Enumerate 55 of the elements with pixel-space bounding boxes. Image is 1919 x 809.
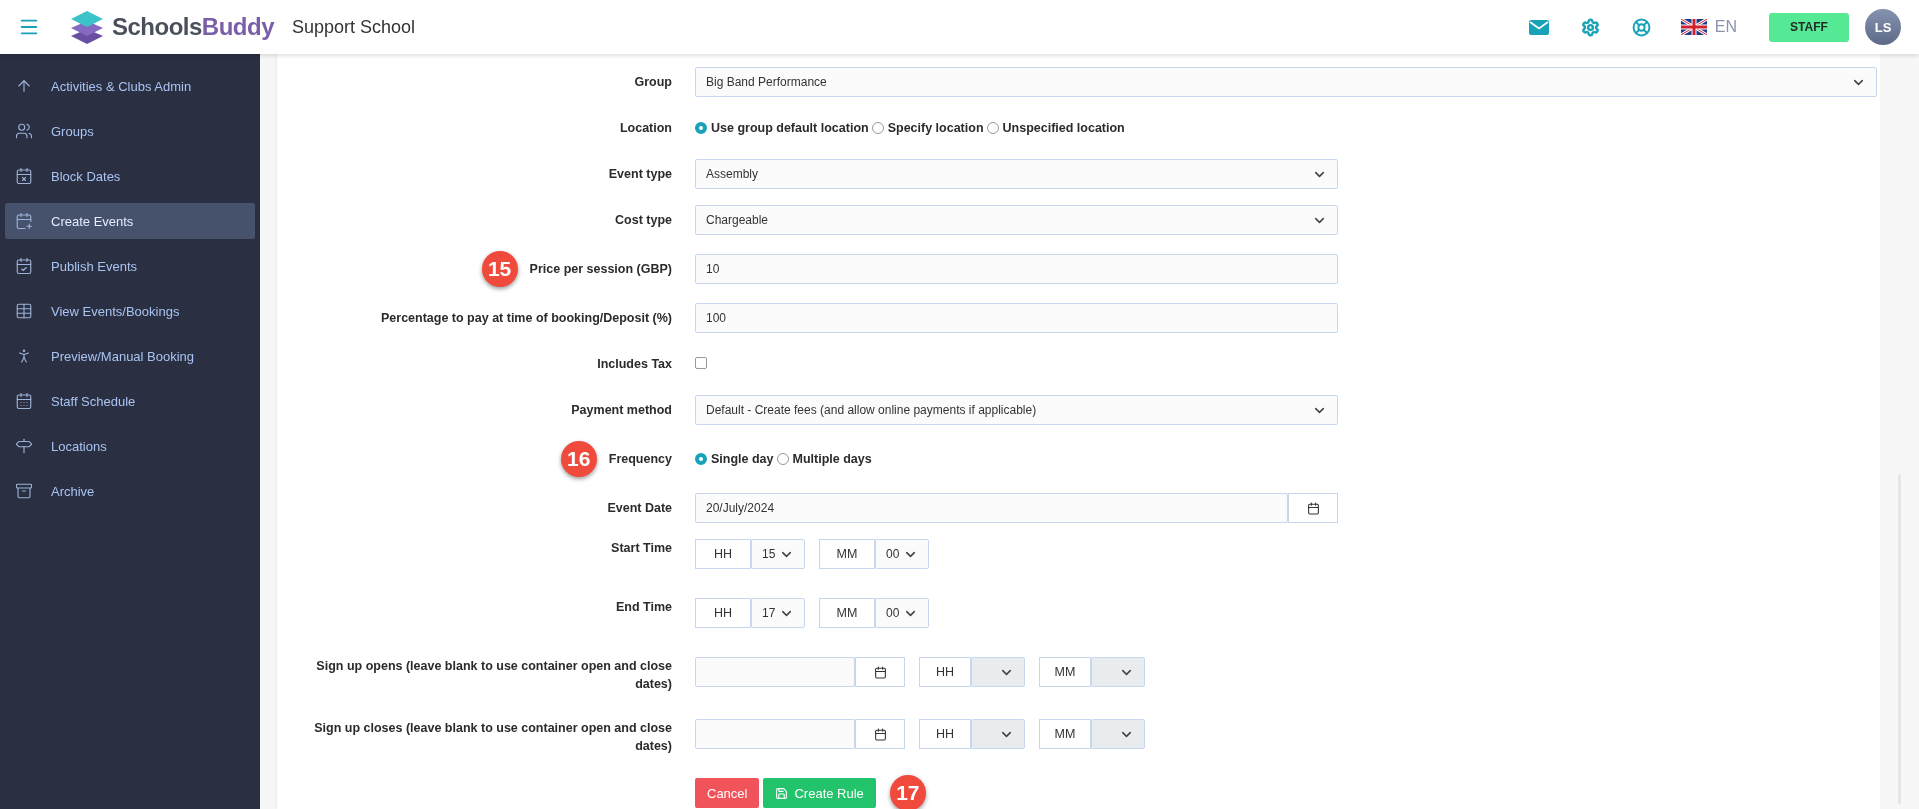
avatar[interactable]: LS [1865,9,1901,45]
hour-label: HH [695,539,751,569]
logo-text: SchoolsBuddy [112,13,275,41]
field-label: Cost type [615,212,672,229]
dropdown[interactable]: Big Band Performance [695,67,1877,97]
minute-label: MM [1039,657,1091,687]
radio-option[interactable]: Specify location [871,121,984,135]
text-field[interactable]: 100 [695,303,1338,333]
radio-option[interactable]: Use group default location [695,121,869,135]
radio-option[interactable]: Unspecified location [986,121,1125,135]
sidebar-item[interactable]: View Events/Bookings [5,293,255,329]
sidebar-item[interactable]: Preview/Manual Booking [5,338,255,374]
minute-label: MM [819,598,875,628]
sidebar-item[interactable]: Activities & Clubs Admin [5,68,255,104]
hour-label: HH [919,719,971,749]
field-label: End Time [615,599,672,616]
hour-dropdown[interactable]: 15 [751,539,805,569]
field-label: Sign up opens (leave blank to use container open and close dates) [315,658,672,693]
sidebar-item[interactable]: Create Events [5,203,255,239]
school-name: Support School [292,16,416,38]
sidebar-item[interactable]: Block Dates [5,158,255,194]
dropdown[interactable]: Assembly [695,159,1338,189]
dropdown[interactable]: Chargeable [695,205,1338,235]
field-label: Start Time [611,540,672,557]
minute-label: MM [819,539,875,569]
field-label: Event type [608,166,672,183]
text-field[interactable]: 10 [695,254,1338,284]
hour-label: HH [919,657,971,687]
minute-dropdown[interactable]: 00 [875,598,929,628]
radio-option[interactable]: Multiple days [776,452,872,466]
sidebar-item[interactable]: Staff Schedule [5,383,255,419]
hour-dropdown[interactable]: 17 [751,598,805,628]
field-label: Event Date [607,500,672,517]
field-label: Percentage to pay at time of booking/Deposit (%) [381,310,672,327]
hour-label: HH [695,598,751,628]
date-field[interactable]: 20/July/2024 [695,493,1288,523]
sidebar-item[interactable]: Groups [5,113,255,149]
field-label: Includes Tax [597,356,672,373]
minute-dropdown[interactable]: 00 [875,539,929,569]
staff-button[interactable]: STAFF [1769,12,1849,42]
step-badge: 16 [560,441,597,477]
field-label: Location [619,120,672,137]
step-badge: 17 [889,775,926,809]
dropdown[interactable]: Default - Create fees (and allow online payments if applicable) [695,395,1338,425]
sidebar-item[interactable]: Archive [5,473,255,509]
field-label: Sign up closes (leave blank to use container open and close dates) [313,720,672,755]
step-badge: 15 [481,251,518,287]
sidebar-item[interactable]: Locations [5,428,255,464]
field-label: Frequency [608,451,672,468]
minute-label: MM [1039,719,1091,749]
field-label: Group [634,74,672,91]
sidebar-item[interactable]: Publish Events [5,248,255,284]
radio-option[interactable]: Single day [695,452,774,466]
field-label: Payment method [571,402,672,419]
field-label: Price per session (GBP) [529,261,672,278]
